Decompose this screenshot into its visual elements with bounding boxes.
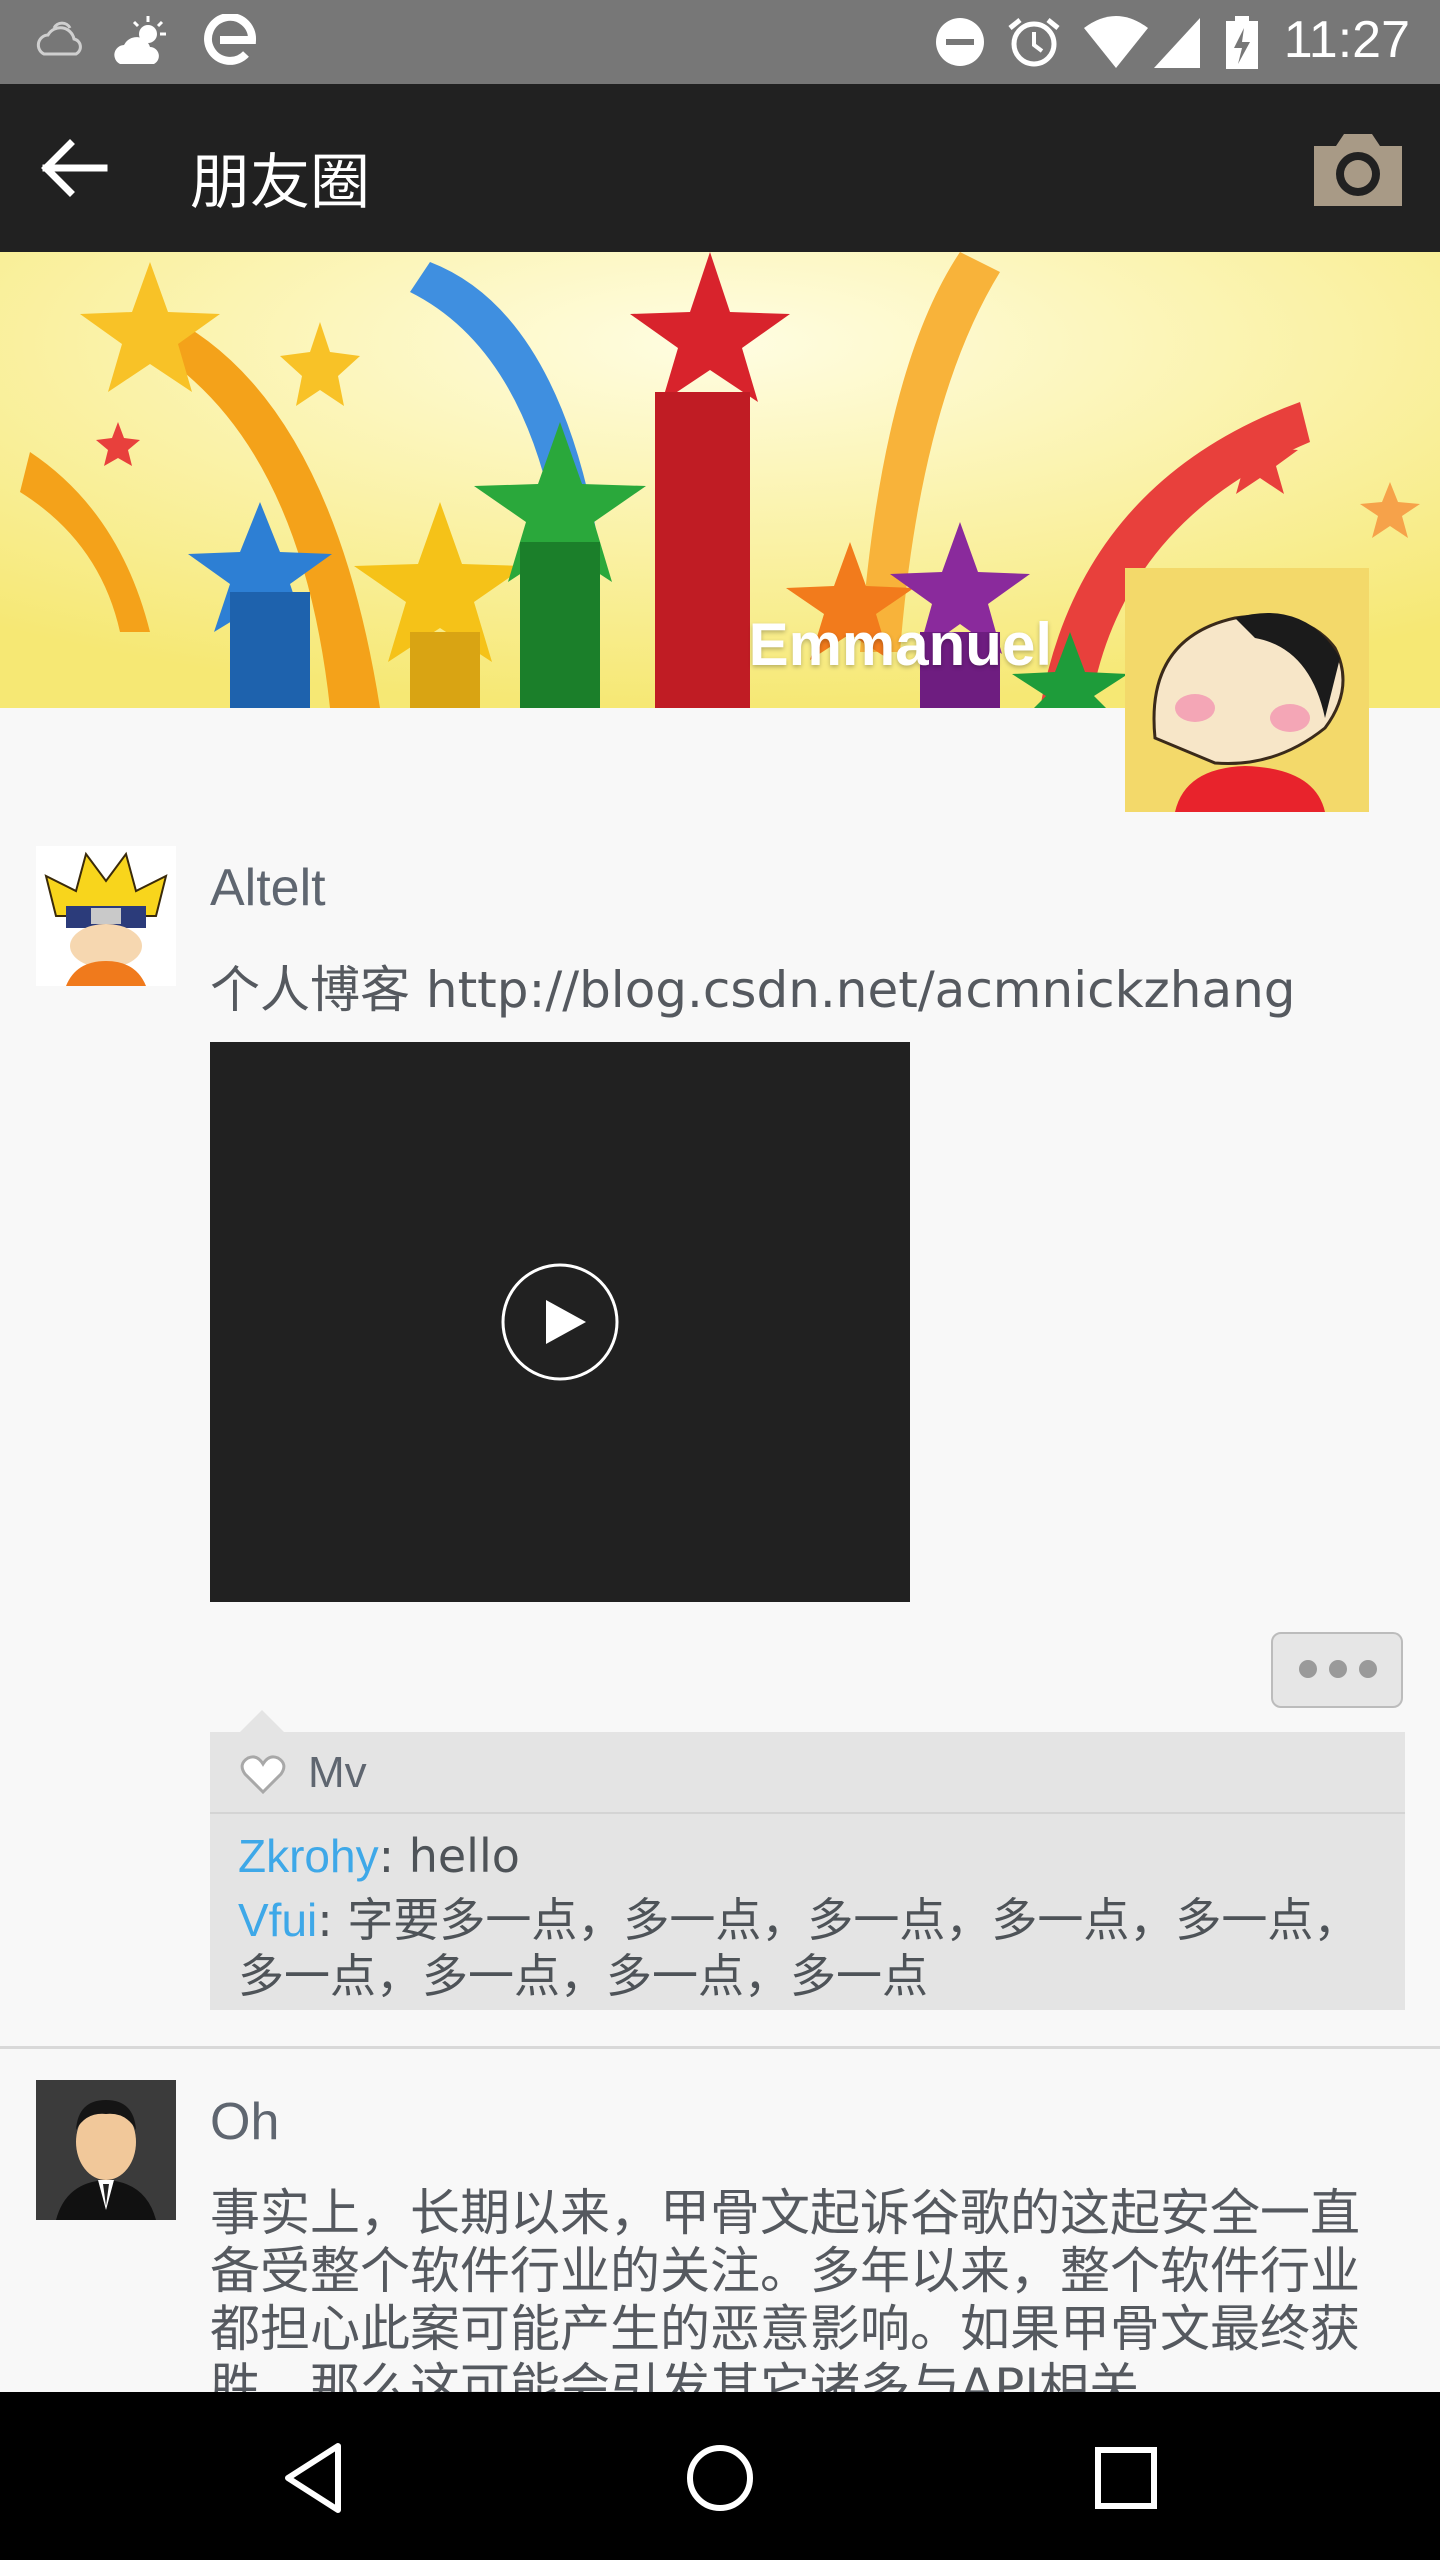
comment-separator: : xyxy=(317,1893,348,1947)
comment-item[interactable]: Vfui: 字要多一点，多一点，多一点，多一点，多一点，多一点，多一点，多一点，… xyxy=(238,1892,1388,2004)
user-name: Emmanuel xyxy=(748,611,1052,678)
header-avatar[interactable] xyxy=(1125,568,1369,812)
arrow-back-icon[interactable] xyxy=(38,132,118,204)
camera-icon[interactable] xyxy=(1310,128,1406,210)
status-bar: 11:27 xyxy=(0,0,1440,84)
comment-author[interactable]: Vfui xyxy=(238,1894,317,1946)
page-title: 朋友圈 xyxy=(190,148,370,218)
navigation-bar xyxy=(0,2392,1440,2560)
signal-icon xyxy=(1154,18,1200,68)
comment-separator: : xyxy=(378,1829,409,1883)
nav-back-icon[interactable] xyxy=(274,2436,358,2520)
nav-home-icon[interactable] xyxy=(678,2436,762,2520)
nav-recents-icon[interactable] xyxy=(1084,2436,1168,2520)
comment-text: hello xyxy=(408,1829,520,1883)
weather-sun-cloud-icon xyxy=(114,16,166,64)
clock: 11:27 xyxy=(1283,11,1410,69)
comment-text: 字要多一点，多一点，多一点，多一点，多一点，多一点，多一点，多一点，多一点 xyxy=(238,1893,1360,2003)
play-icon[interactable] xyxy=(500,1262,620,1382)
comment-box-caret xyxy=(238,1710,286,1734)
alarm-icon xyxy=(1008,18,1060,67)
video-thumbnail[interactable] xyxy=(210,1042,910,1602)
battery-charging-icon xyxy=(1226,16,1258,69)
post-avatar[interactable] xyxy=(36,2080,176,2220)
comment-box: Mv Zkrohy: hello Vfui: 字要多一点，多一点，多一点，多一点… xyxy=(210,1732,1405,2010)
post-user-name[interactable]: Altelt xyxy=(210,858,326,918)
cloud-icon xyxy=(36,21,82,56)
post-user-name[interactable]: Oh xyxy=(210,2092,279,2152)
post-text: 个人博客 http://blog.csdn.net/acmnickzhang xyxy=(210,961,1296,1019)
more-options-button[interactable] xyxy=(1271,1632,1403,1708)
title-bar: 朋友圈 xyxy=(0,84,1440,252)
app-e-icon xyxy=(204,14,257,65)
comment-author[interactable]: Zkrohy xyxy=(238,1830,379,1882)
likes-row: Mv xyxy=(210,1732,1405,1814)
dot-icon xyxy=(1329,1660,1347,1678)
dot-icon xyxy=(1359,1660,1377,1678)
comment-item[interactable]: Zkrohy: hello xyxy=(238,1828,1388,1884)
wifi-icon xyxy=(1084,16,1148,68)
do-not-disturb-icon xyxy=(936,18,984,66)
dot-icon xyxy=(1299,1660,1317,1678)
post-divider xyxy=(0,2046,1440,2049)
post-text: 事实上，长期以来，甲骨文起诉谷歌的这起安全一直备受整个软件行业的关注。多年以来，… xyxy=(210,2184,1360,2416)
heart-icon xyxy=(240,1755,286,1794)
post-avatar[interactable] xyxy=(36,846,176,986)
likes-name[interactable]: Mv xyxy=(308,1748,367,1798)
